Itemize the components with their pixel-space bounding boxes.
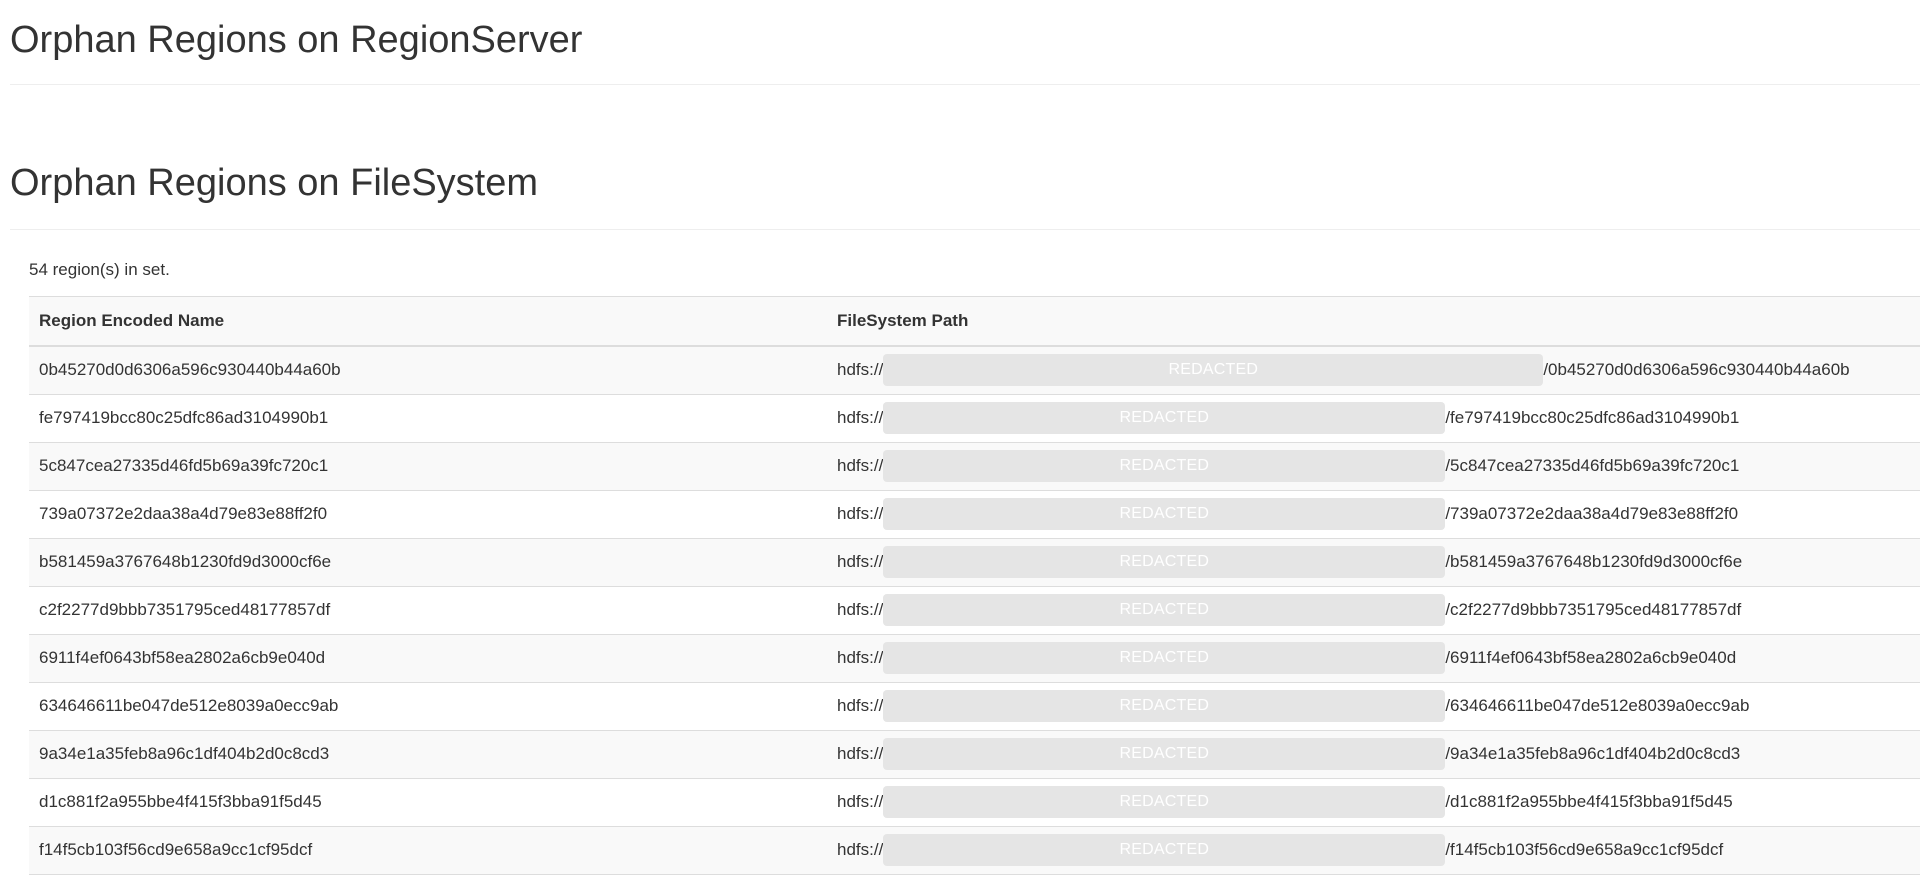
region-encoded-name-cell: c2f2277d9bbb7351795ced48177857df — [29, 586, 827, 635]
orphan-regions-table: Region Encoded Name FileSystem Path 0b45… — [29, 295, 1920, 875]
region-encoded-name-cell: 739a07372e2daa38a4d79e83e88ff2f0 — [29, 490, 827, 539]
path-suffix: /fe797419bcc80c25dfc86ad3104990b1 — [1445, 408, 1740, 428]
path-prefix: hdfs:// — [837, 648, 884, 668]
table-row: f14f5cb103f56cd9e658a9cc1cf95dcf hdfs://R… — [29, 826, 1920, 875]
filesystem-path: hdfs://REDACTED/5c847cea27335d46fd5b69a3… — [837, 450, 1910, 483]
redacted-path-segment: REDACTED — [883, 498, 1446, 531]
table-row: 9a34e1a35feb8a96c1df404b2d0c8cd3 hdfs://R… — [29, 730, 1920, 779]
region-encoded-name-cell: b581459a3767648b1230fd9d3000cf6e — [29, 538, 827, 587]
region-encoded-name-cell: f14f5cb103f56cd9e658a9cc1cf95dcf — [29, 826, 827, 875]
redacted-path-segment: REDACTED — [883, 834, 1446, 867]
table-header-row: Region Encoded Name FileSystem Path — [29, 295, 1920, 347]
filesystem-path-cell: hdfs://REDACTED/5c847cea27335d46fd5b69a3… — [827, 442, 1920, 491]
filesystem-path: hdfs://REDACTED/634646611be047de512e8039… — [837, 690, 1910, 723]
region-encoded-name-cell: 0b45270d0d6306a596c930440b44a60b — [29, 345, 827, 395]
redacted-path-segment: REDACTED — [883, 786, 1446, 819]
table-row: fe797419bcc80c25dfc86ad3104990b1 hdfs://R… — [29, 394, 1920, 443]
table-header: Region Encoded Name FileSystem Path — [29, 295, 1920, 347]
path-suffix: /c2f2277d9bbb7351795ced48177857df — [1445, 600, 1742, 620]
table-row: c2f2277d9bbb7351795ced48177857df hdfs://R… — [29, 586, 1920, 635]
table-row: 5c847cea27335d46fd5b69a39fc720c1 hdfs://R… — [29, 442, 1920, 491]
path-suffix: /9a34e1a35feb8a96c1df404b2d0c8cd3 — [1445, 744, 1741, 764]
table-row: 0b45270d0d6306a596c930440b44a60b hdfs://R… — [29, 345, 1920, 395]
filesystem-path: hdfs://REDACTED/c2f2277d9bbb7351795ced48… — [837, 594, 1910, 627]
path-prefix: hdfs:// — [837, 456, 884, 476]
path-prefix: hdfs:// — [837, 744, 884, 764]
filesystem-path-cell: hdfs://REDACTED/c2f2277d9bbb7351795ced48… — [827, 586, 1920, 635]
table-row: 6911f4ef0643bf58ea2802a6cb9e040d hdfs://R… — [29, 634, 1920, 683]
region-encoded-name-cell: 634646611be047de512e8039a0ecc9ab — [29, 682, 827, 731]
table-row: b581459a3767648b1230fd9d3000cf6e hdfs://R… — [29, 538, 1920, 587]
path-prefix: hdfs:// — [837, 600, 884, 620]
path-suffix: /634646611be047de512e8039a0ecc9ab — [1445, 696, 1750, 716]
region-encoded-name-cell: 6911f4ef0643bf58ea2802a6cb9e040d — [29, 634, 827, 683]
redacted-path-segment: REDACTED — [883, 738, 1446, 771]
region-encoded-name-cell: 5c847cea27335d46fd5b69a39fc720c1 — [29, 442, 827, 491]
filesystem-path-cell: hdfs://REDACTED/9a34e1a35feb8a96c1df404b… — [827, 730, 1920, 779]
filesystem-path: hdfs://REDACTED/9a34e1a35feb8a96c1df404b… — [837, 738, 1910, 771]
redacted-path-segment: REDACTED — [883, 690, 1446, 723]
path-prefix: hdfs:// — [837, 552, 884, 572]
table-row: 739a07372e2daa38a4d79e83e88ff2f0 hdfs://R… — [29, 490, 1920, 539]
filesystem-path-cell: hdfs://REDACTED/fe797419bcc80c25dfc86ad3… — [827, 394, 1920, 443]
redacted-path-segment: REDACTED — [883, 354, 1544, 387]
region-encoded-name-cell: d1c881f2a955bbe4f415f3bba91f5d45 — [29, 778, 827, 827]
redacted-path-segment: REDACTED — [883, 402, 1446, 435]
filesystem-path-cell: hdfs://REDACTED/b581459a3767648b1230fd9d… — [827, 538, 1920, 587]
regionserver-section-header: Orphan Regions on RegionServer — [10, 0, 1920, 85]
filesystem-path: hdfs://REDACTED/0b45270d0d6306a596c93044… — [837, 354, 1910, 387]
filesystem-path: hdfs://REDACTED/fe797419bcc80c25dfc86ad3… — [837, 402, 1910, 435]
table-body: 0b45270d0d6306a596c930440b44a60b hdfs://R… — [29, 345, 1920, 875]
path-suffix: /0b45270d0d6306a596c930440b44a60b — [1543, 360, 1850, 380]
filesystem-path: hdfs://REDACTED/6911f4ef0643bf58ea2802a6… — [837, 642, 1910, 675]
path-prefix: hdfs:// — [837, 792, 884, 812]
path-prefix: hdfs:// — [837, 696, 884, 716]
region-encoded-name-cell: fe797419bcc80c25dfc86ad3104990b1 — [29, 394, 827, 443]
path-suffix: /b581459a3767648b1230fd9d3000cf6e — [1445, 552, 1743, 572]
path-suffix: /f14f5cb103f56cd9e658a9cc1cf95dcf — [1445, 840, 1724, 860]
region-encoded-name-cell: 9a34e1a35feb8a96c1df404b2d0c8cd3 — [29, 730, 827, 779]
path-suffix: /d1c881f2a955bbe4f415f3bba91f5d45 — [1445, 792, 1733, 812]
redacted-path-segment: REDACTED — [883, 546, 1446, 579]
path-prefix: hdfs:// — [837, 504, 884, 524]
redacted-path-segment: REDACTED — [883, 594, 1446, 627]
path-suffix: /5c847cea27335d46fd5b69a39fc720c1 — [1445, 456, 1740, 476]
table-row: 634646611be047de512e8039a0ecc9ab hdfs://R… — [29, 682, 1920, 731]
filesystem-path: hdfs://REDACTED/d1c881f2a955bbe4f415f3bb… — [837, 786, 1910, 819]
path-suffix: /6911f4ef0643bf58ea2802a6cb9e040d — [1445, 648, 1737, 668]
path-prefix: hdfs:// — [837, 840, 884, 860]
filesystem-path-cell: hdfs://REDACTED/d1c881f2a955bbe4f415f3bb… — [827, 778, 1920, 827]
column-header-filesystem-path: FileSystem Path — [827, 295, 1920, 347]
filesystem-path-cell: hdfs://REDACTED/6911f4ef0643bf58ea2802a6… — [827, 634, 1920, 683]
filesystem-path-cell: hdfs://REDACTED/f14f5cb103f56cd9e658a9cc… — [827, 826, 1920, 875]
filesystem-path: hdfs://REDACTED/f14f5cb103f56cd9e658a9cc… — [837, 834, 1910, 867]
region-count-text: 54 region(s) in set. — [29, 259, 170, 279]
filesystem-path: hdfs://REDACTED/b581459a3767648b1230fd9d… — [837, 546, 1910, 579]
filesystem-path-cell: hdfs://REDACTED/739a07372e2daa38a4d79e83… — [827, 490, 1920, 539]
redacted-path-segment: REDACTED — [883, 642, 1446, 675]
filesystem-path-cell: hdfs://REDACTED/634646611be047de512e8039… — [827, 682, 1920, 731]
filesystem-path-cell: hdfs://REDACTED/0b45270d0d6306a596c93044… — [827, 345, 1920, 395]
path-suffix: /739a07372e2daa38a4d79e83e88ff2f0 — [1445, 504, 1739, 524]
table-row: d1c881f2a955bbe4f415f3bba91f5d45 hdfs://R… — [29, 778, 1920, 827]
path-prefix: hdfs:// — [837, 360, 884, 380]
redacted-path-segment: REDACTED — [883, 450, 1446, 483]
page: Orphan Regions on RegionServer Orphan Re… — [0, 0, 1920, 879]
filesystem-section-header: Orphan Regions on FileSystem — [10, 161, 1920, 230]
filesystem-section-title: Orphan Regions on FileSystem — [10, 161, 539, 204]
path-prefix: hdfs:// — [837, 408, 884, 428]
regionserver-section-title: Orphan Regions on RegionServer — [10, 19, 583, 61]
filesystem-path: hdfs://REDACTED/739a07372e2daa38a4d79e83… — [837, 498, 1910, 531]
column-header-region-name: Region Encoded Name — [29, 295, 827, 347]
